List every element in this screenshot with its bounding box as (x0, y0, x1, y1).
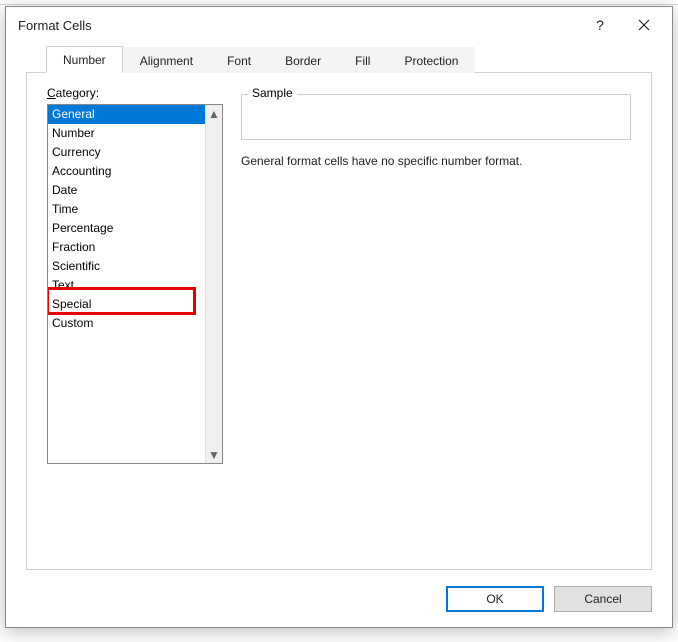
dialog-button-row: OK Cancel (6, 571, 672, 627)
category-item-custom[interactable]: Custom (48, 314, 205, 333)
category-item-special[interactable]: Special (48, 295, 205, 314)
tab-label: Fill (355, 54, 370, 68)
tab-alignment[interactable]: Alignment (123, 47, 210, 73)
category-item-number[interactable]: Number (48, 124, 205, 143)
category-list-items: GeneralNumberCurrencyAccountingDateTimeP… (48, 105, 205, 463)
tab-protection[interactable]: Protection (387, 47, 475, 73)
ok-button[interactable]: OK (446, 586, 544, 612)
category-item-percentage[interactable]: Percentage (48, 219, 205, 238)
scroll-up-button[interactable]: ▲ (206, 105, 222, 122)
scroll-down-button[interactable]: ▼ (206, 446, 222, 463)
chevron-up-icon: ▲ (208, 107, 220, 121)
category-item-accounting[interactable]: Accounting (48, 162, 205, 181)
listbox-scrollbar[interactable]: ▲ ▼ (205, 105, 222, 463)
tab-border[interactable]: Border (268, 47, 338, 73)
details-column: Sample General format cells have no spec… (241, 86, 631, 559)
tab-label: Alignment (140, 54, 193, 68)
close-icon (638, 19, 650, 31)
tab-label: Protection (404, 54, 458, 68)
tab-label: Border (285, 54, 321, 68)
ok-button-label: OK (486, 592, 503, 606)
tab-strip: Number Alignment Font Border Fill Protection (26, 43, 652, 73)
dialog-title: Format Cells (18, 18, 578, 33)
format-cells-dialog: Format Cells ? Number Alignment Font Border… (5, 6, 673, 628)
category-listbox[interactable]: GeneralNumberCurrencyAccountingDateTimeP… (47, 104, 223, 464)
category-label: Category: (47, 86, 223, 100)
help-icon: ? (596, 17, 604, 33)
tab-label: Number (63, 53, 106, 67)
category-item-currency[interactable]: Currency (48, 143, 205, 162)
sample-group: Sample (241, 94, 631, 140)
close-button[interactable] (622, 10, 666, 40)
format-description: General format cells have no specific nu… (241, 154, 631, 168)
category-item-text[interactable]: Text (48, 276, 205, 295)
cancel-button[interactable]: Cancel (554, 586, 652, 612)
category-item-fraction[interactable]: Fraction (48, 238, 205, 257)
category-item-time[interactable]: Time (48, 200, 205, 219)
tab-font[interactable]: Font (210, 47, 268, 73)
category-item-general[interactable]: General (48, 105, 205, 124)
category-item-date[interactable]: Date (48, 181, 205, 200)
cancel-button-label: Cancel (584, 592, 621, 606)
tab-number[interactable]: Number (46, 46, 123, 73)
category-column: Category: GeneralNumberCurrencyAccountin… (47, 86, 223, 559)
tab-fill[interactable]: Fill (338, 47, 387, 73)
chevron-down-icon: ▼ (208, 448, 220, 462)
sample-legend: Sample (248, 86, 297, 100)
scroll-track[interactable] (206, 122, 222, 446)
tab-body: Category: GeneralNumberCurrencyAccountin… (26, 72, 652, 570)
category-item-scientific[interactable]: Scientific (48, 257, 205, 276)
tab-label: Font (227, 54, 251, 68)
titlebar: Format Cells ? (6, 7, 672, 43)
help-button[interactable]: ? (578, 10, 622, 40)
